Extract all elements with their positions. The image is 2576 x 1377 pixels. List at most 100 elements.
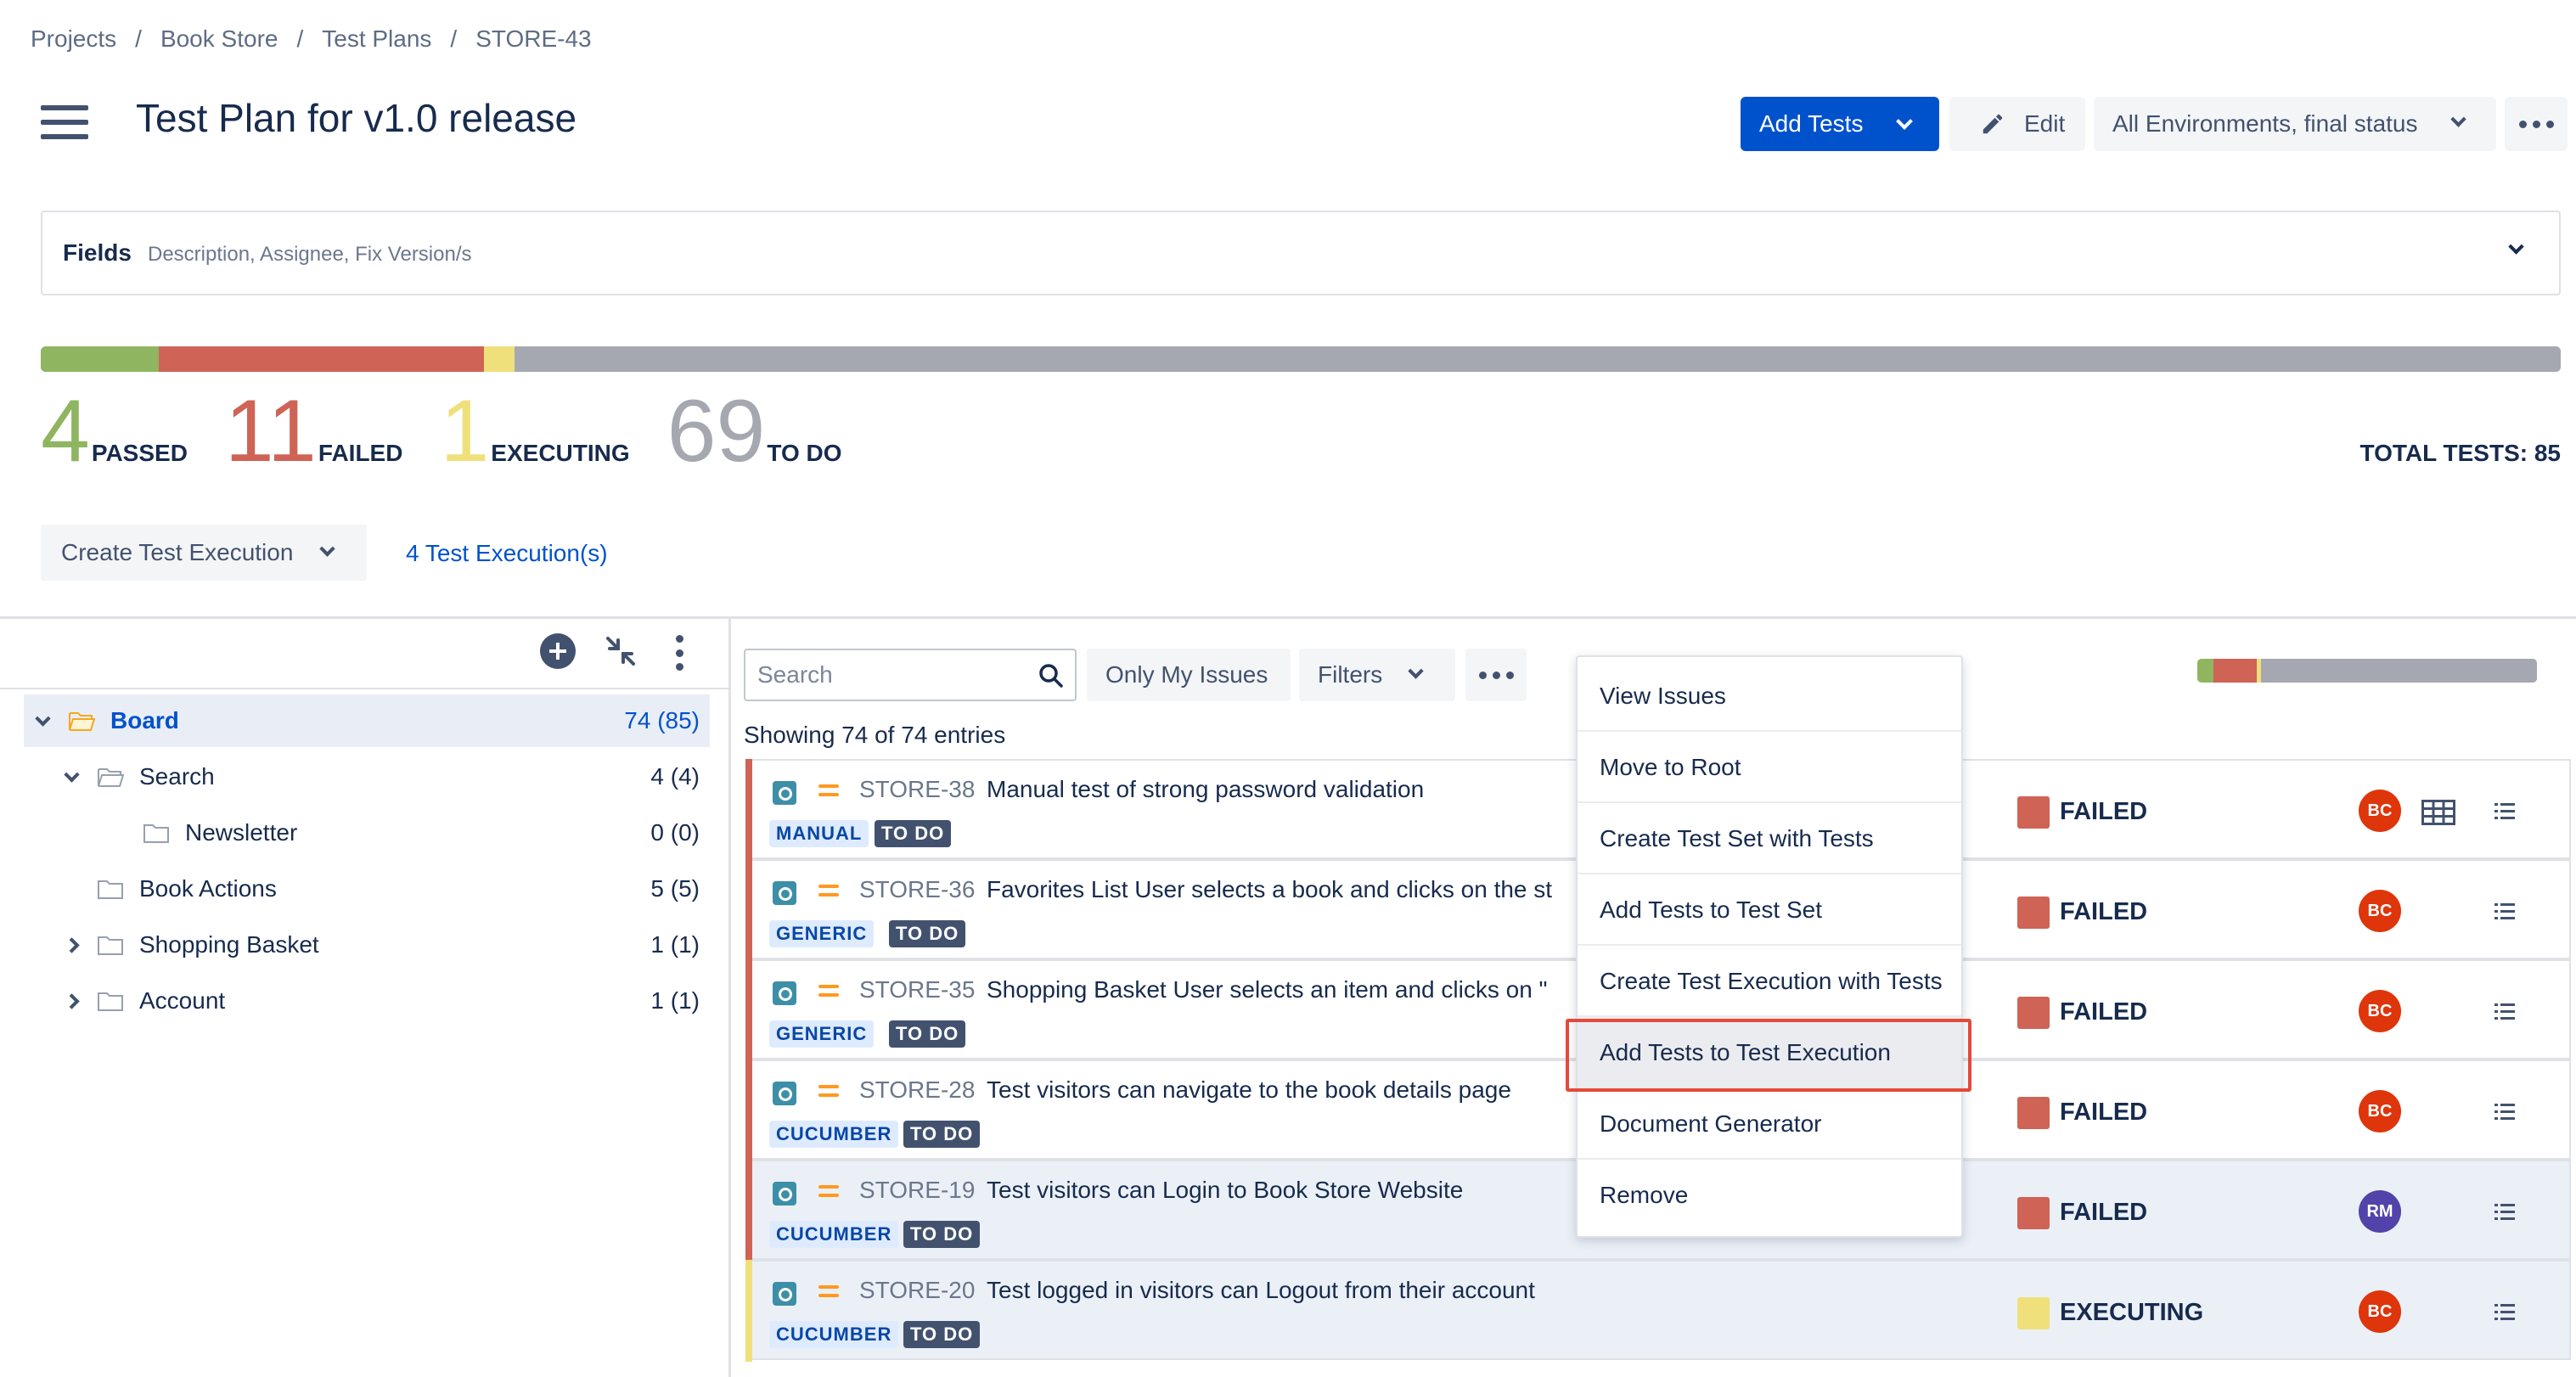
more-actions-button[interactable] [2505,97,2568,151]
issue-key[interactable]: STORE-19 [859,1177,975,1204]
chevron-down-icon[interactable] [35,710,59,727]
issue-key[interactable]: STORE-28 [859,1076,975,1104]
assignee-avatar[interactable]: BC [2359,890,2401,932]
issue-summary[interactable]: Favorites List User selects a book and c… [987,876,1552,903]
priority-medium-icon [818,885,839,902]
test-runs-list-icon[interactable] [2493,1000,2517,1024]
status-stripe [745,859,752,961]
context-menu-item[interactable]: Create Test Execution with Tests [1578,946,1961,1017]
pencil-icon [1983,114,2003,134]
context-menu-item[interactable]: Remove [1578,1160,1961,1231]
add-tests-button[interactable]: Add Tests [1741,97,1939,151]
search-input[interactable] [745,650,1026,700]
hamburger-menu-icon[interactable] [41,105,88,139]
chevron-right-icon[interactable] [64,992,88,1009]
status-color-swatch [2017,896,2050,929]
environment-select[interactable]: All Environments, final status [2094,97,2496,151]
tree-item[interactable]: Book Actions 5 (5) [24,863,710,915]
table-row[interactable]: STORE-20 Test logged in visitors can Logo… [745,1260,2571,1362]
create-test-execution-button[interactable]: Create Test Execution [41,525,367,581]
context-menu-item[interactable]: Document Generator [1578,1088,1961,1160]
progress-failed [159,346,485,372]
breadcrumb-book-store[interactable]: Book Store [160,25,278,53]
test-type-badge: GENERIC [769,1020,875,1048]
status-color-swatch [2017,1097,2050,1129]
counter-executing[interactable]: 1 EXECUTING [440,387,629,475]
test-runs-list-icon[interactable] [2493,1100,2517,1124]
tree-item[interactable]: Newsletter 0 (0) [24,807,710,859]
only-my-issues-button[interactable]: Only My Issues [1087,649,1291,701]
tree-options-icon[interactable] [671,635,688,671]
assignee-avatar[interactable]: BC [2359,1090,2401,1133]
tree-item-label: Book Actions [139,875,277,902]
tree-item-label: Shopping Basket [139,931,319,958]
issue-summary[interactable]: Manual test of strong password validatio… [987,776,1424,803]
fields-panel[interactable]: Fields Description, Assignee, Fix Versio… [41,211,2561,295]
tree-item[interactable]: Board 74 (85) [24,694,710,747]
issue-summary[interactable]: Shopping Basket User selects an item and… [987,976,1548,1003]
test-type-badge: CUCUMBER [769,1221,899,1248]
chevron-down-icon[interactable] [2508,239,2524,255]
edit-button[interactable]: Edit [1949,97,2085,151]
issue-summary[interactable]: Test logged in visitors can Logout from … [987,1277,1535,1304]
assignee-avatar[interactable]: BC [2359,1290,2401,1333]
tree-item-count: 0 (0) [650,819,700,846]
issue-status-badge: TO DO [903,1121,981,1148]
dataset-grid-icon[interactable] [2421,800,2455,825]
add-tests-label: Add Tests [1759,110,1864,137]
test-type-badge: MANUAL [769,820,869,847]
issue-key[interactable]: STORE-38 [859,776,975,803]
table-more-button[interactable] [1465,649,1527,701]
add-folder-icon[interactable] [540,633,576,669]
priority-medium-icon [818,1085,839,1102]
test-executions-link[interactable]: 4 Test Execution(s) [406,540,608,567]
counter-failed[interactable]: 11 FAILED [225,387,403,475]
issue-summary[interactable]: Test visitors can Login to Book Store We… [987,1177,1463,1204]
tree-item-count: 1 (1) [650,987,700,1014]
counter-passed-value: 4 [41,382,90,481]
test-runs-list-icon[interactable] [2493,1301,2517,1324]
context-menu-item[interactable]: Move to Root [1578,732,1961,803]
tree-item[interactable]: Shopping Basket 1 (1) [24,919,710,971]
context-menu-item[interactable]: Add Tests to Test Execution [1578,1017,1961,1088]
tree-item[interactable]: Search 4 (4) [24,750,710,803]
search-icon[interactable] [1038,662,1065,689]
issue-summary[interactable]: Test visitors can navigate to the book d… [987,1076,1511,1104]
breadcrumb-test-plans[interactable]: Test Plans [322,25,431,53]
filters-label: Filters [1318,661,1383,688]
issue-key[interactable]: STORE-20 [859,1277,975,1304]
test-issue-type-icon [773,881,796,905]
folder-icon [97,990,124,1012]
test-runs-list-icon[interactable] [2493,900,2517,924]
tree-item-label: Newsletter [185,819,298,846]
assignee-avatar[interactable]: RM [2359,1190,2401,1233]
issue-key[interactable]: STORE-35 [859,976,975,1003]
chevron-right-icon[interactable] [64,936,88,953]
breadcrumb: Projects / Book Store / Test Plans / STO… [31,25,592,53]
breadcrumb-current-issue[interactable]: STORE-43 [475,25,591,53]
test-type-badge: GENERIC [769,920,875,947]
test-runs-list-icon[interactable] [2493,1200,2517,1224]
breadcrumb-separator: / [450,25,458,52]
counter-todo[interactable]: 69 TO DO [667,387,842,475]
panel-splitter[interactable] [728,618,731,1377]
filters-button[interactable]: Filters [1299,649,1455,701]
chevron-down-icon[interactable] [64,766,88,783]
context-menu-item[interactable]: View Issues [1578,660,1961,732]
tree-item[interactable]: Account 1 (1) [24,975,710,1027]
mini-progress-passed [2197,659,2213,683]
collapse-all-icon[interactable] [603,633,638,669]
context-menu-item[interactable]: Add Tests to Test Set [1578,874,1961,946]
context-menu-item[interactable]: Create Test Set with Tests [1578,803,1961,874]
assignee-avatar[interactable]: BC [2359,790,2401,832]
test-runs-list-icon[interactable] [2493,800,2517,823]
folder-icon [97,766,124,788]
mini-status-progress-bar [2197,659,2537,683]
assignee-avatar[interactable]: BC [2359,990,2401,1032]
issue-key[interactable]: STORE-36 [859,876,975,903]
mini-progress-failed [2213,659,2258,683]
counter-passed[interactable]: 4 PASSED [41,387,188,475]
chevron-down-icon [1408,663,1424,679]
breadcrumb-projects[interactable]: Projects [31,25,116,53]
search-box[interactable] [744,649,1077,701]
